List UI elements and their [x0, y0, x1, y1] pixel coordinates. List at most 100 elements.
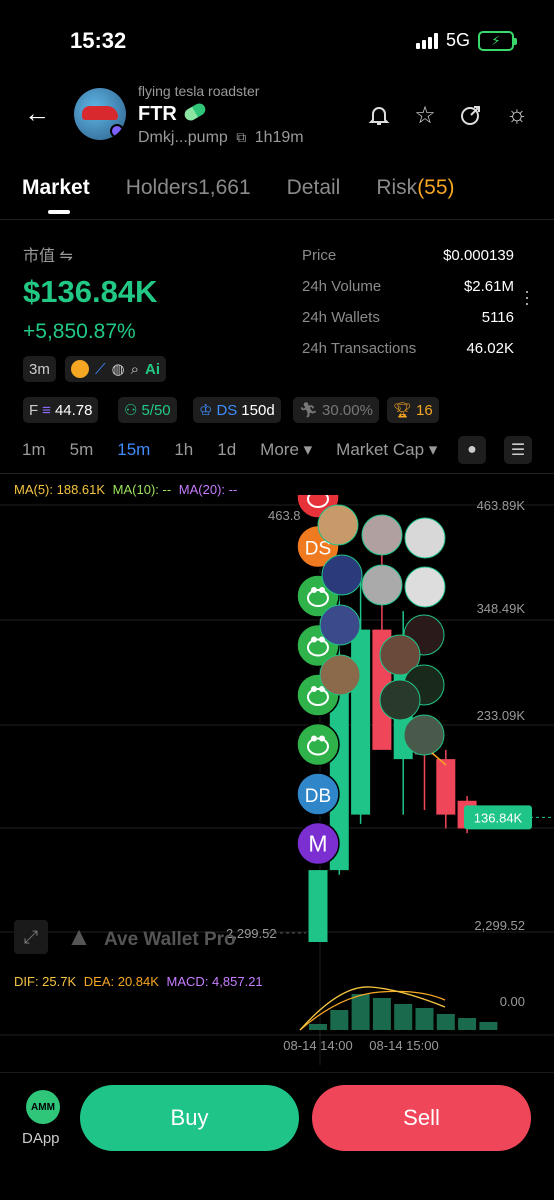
trader-avatar-marker	[404, 566, 446, 608]
macd-bar	[372, 998, 391, 1030]
stat-value: $2.61M	[463, 278, 514, 295]
macd-bar	[415, 1008, 434, 1030]
macd-dea: DEA: 20.84K	[83, 974, 159, 989]
trader-avatar-marker	[361, 564, 403, 606]
tf-1m[interactable]: 1m	[22, 440, 46, 460]
back-arrow-icon[interactable]: ←	[24, 98, 50, 129]
macd-bar	[351, 994, 370, 1030]
search-icon[interactable]: ⌕	[131, 361, 139, 378]
stat-key: 24h Wallets	[302, 309, 380, 326]
frog-eye	[311, 587, 317, 593]
runner-value: 30.00%	[322, 401, 373, 419]
battery-charging-icon: ⚡	[478, 30, 517, 51]
trophy-icon: 🏆︎	[393, 402, 413, 419]
user-icon: ⚇	[124, 402, 138, 419]
f-label: F	[29, 401, 39, 419]
trophy-value: 16	[416, 401, 433, 419]
trader-avatar-marker	[403, 714, 445, 756]
age-chip: 3m	[23, 356, 56, 382]
macd-dif: DIF: 25.7K	[14, 974, 77, 989]
token-address[interactable]: Dmkj...pump ⧉ 1h19m	[138, 129, 304, 147]
coin-icon[interactable]	[71, 360, 89, 378]
frog-marker-icon	[296, 722, 340, 767]
trophy-chip: 🏆︎ 16	[387, 397, 439, 423]
stat-row: Price $0.000139	[302, 240, 514, 271]
stat-row: 24h Wallets 5116	[302, 302, 514, 333]
f-score-chip: F ≡ 44.78	[23, 397, 99, 423]
y-tick-label: 463.89K	[477, 498, 526, 513]
theme-sun-icon[interactable]: ☼	[502, 100, 532, 130]
more-vertical-icon[interactable]: · · ·	[524, 282, 530, 312]
dapp-label[interactable]: DApp	[22, 1130, 60, 1147]
avatar-toggle-icon[interactable]: ●	[458, 436, 486, 464]
tf-5m[interactable]: 5m	[70, 440, 94, 460]
candle	[436, 759, 456, 815]
stat-value: 46.02K	[466, 340, 514, 357]
signal-icon	[415, 32, 438, 49]
token-name: FTR	[138, 103, 177, 125]
tab-holders[interactable]: Holders1,661	[126, 176, 251, 200]
tab-detail[interactable]: Detail	[287, 176, 341, 200]
f-value: 44.78	[54, 401, 93, 419]
tf-15m[interactable]: 15m	[117, 440, 150, 460]
stats-panel: Price $0.000139 24h Volume $2.61M 24h Wall…	[302, 240, 514, 364]
macd-bar	[436, 1014, 455, 1030]
amm-dapp-icon[interactable]: AMM	[26, 1090, 60, 1124]
tab-risk[interactable]: Risk(55)	[376, 176, 454, 200]
y-tick-label: 348.49K	[477, 601, 526, 616]
tab-underline	[48, 210, 70, 214]
y-tick-label: 2,299.52	[474, 918, 525, 933]
market-cap-value: $136.84K	[23, 274, 158, 309]
macd-value: MACD: 4,857.21	[166, 974, 263, 989]
marker-label: M	[308, 831, 327, 857]
network-label: 5G	[445, 30, 470, 50]
frog-eye	[311, 686, 317, 692]
header-actions: ☆ ☼	[364, 100, 532, 130]
divider	[0, 219, 554, 220]
macd-bar	[458, 1018, 477, 1030]
market-cap-label[interactable]: 市值 ⇋	[23, 242, 73, 266]
ds-label: DS	[216, 401, 238, 419]
stat-row: 24h Transactions 46.02K	[302, 333, 514, 364]
watermark: Ave Wallet Pro	[104, 929, 236, 950]
feather-icon[interactable]: ⟋	[95, 361, 106, 378]
stat-value: 5116	[481, 309, 514, 326]
macd-legend: DIF: 25.7K DEA: 20.84K MACD: 4,857.21	[14, 974, 263, 989]
token-age: 1h19m	[254, 129, 304, 146]
market-cap-change: +5,850.87%	[23, 320, 136, 343]
x-tick-label: 08-14 15:00	[369, 1038, 438, 1053]
tf-1d[interactable]: 1d	[217, 440, 236, 460]
ds-value: 150d	[241, 401, 275, 419]
marker-label: DB	[305, 786, 331, 807]
star-icon[interactable]: ☆	[410, 100, 440, 130]
macd-bar	[330, 1010, 349, 1030]
stat-key: Price	[302, 247, 337, 264]
fullscreen-expand-icon[interactable]: ⤢	[14, 920, 48, 954]
globe-icon[interactable]: ◍	[112, 360, 125, 378]
high-label: 463.8	[268, 508, 301, 523]
stat-value: $0.000139	[443, 247, 514, 264]
macd-zero-label: 0.00	[500, 994, 525, 1009]
tab-bar: Market Holders1,661 Detail Risk(55)	[22, 176, 455, 200]
token-subtitle: flying tesla roadster	[138, 83, 260, 99]
runner-icon: 🏃︎	[299, 402, 319, 419]
bell-icon[interactable]	[364, 100, 394, 130]
ai-icon[interactable]: Ai	[145, 361, 160, 378]
frog-eye	[311, 735, 317, 742]
tf-1h[interactable]: 1h	[174, 440, 193, 460]
y-tick-label: 233.09K	[477, 708, 526, 723]
copy-icon[interactable]: ⧉	[236, 129, 246, 145]
frog-eye	[311, 636, 317, 643]
trader-avatar-marker	[319, 654, 361, 696]
tf-more-dropdown[interactable]: More ▾	[260, 440, 312, 460]
tab-risk-count: (55)	[417, 176, 455, 199]
chart-metric-dropdown[interactable]: Market Cap ▾	[336, 440, 437, 460]
tab-holders-count: 1,661	[198, 176, 251, 199]
buy-button[interactable]: Buy	[80, 1085, 299, 1151]
ave-logo-icon: ▲	[66, 921, 92, 951]
status-indicators: 5G ⚡	[415, 30, 517, 51]
tab-market[interactable]: Market	[22, 176, 90, 200]
sell-button[interactable]: Sell	[312, 1085, 531, 1151]
share-icon[interactable]	[456, 100, 486, 130]
settings-sliders-icon[interactable]: ☰	[504, 436, 532, 464]
